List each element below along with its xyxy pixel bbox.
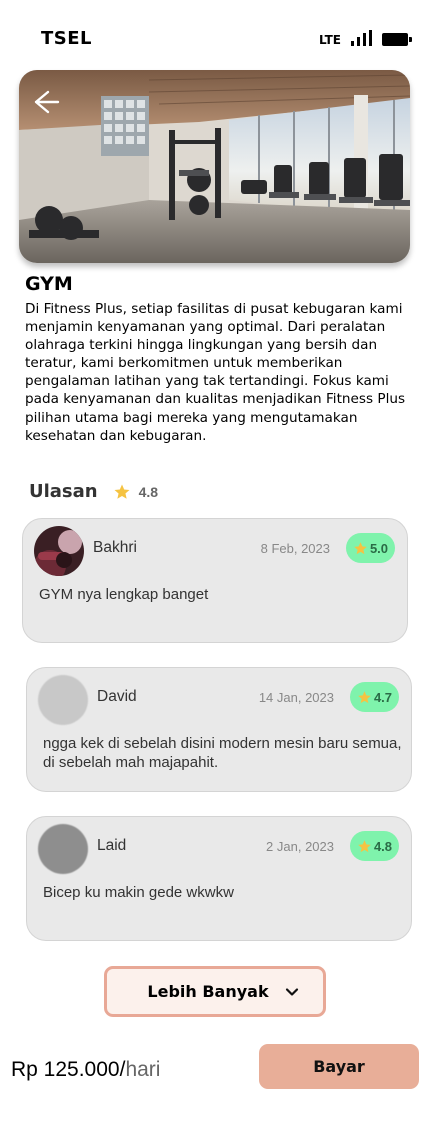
signal-icon <box>351 30 372 46</box>
avatar <box>38 824 88 874</box>
star-icon <box>354 541 367 554</box>
price-unit: hari <box>125 1058 161 1081</box>
battery-icon <box>382 33 412 46</box>
star-icon <box>358 690 371 703</box>
more-reviews-label: Lebih Banyak <box>147 982 269 1001</box>
avatar <box>38 675 88 725</box>
reviews-header: Ulasan 4.8 <box>29 481 158 502</box>
reviewer-name: Laid <box>97 837 127 854</box>
reviewer-name: David <box>97 688 137 705</box>
rating-badge: 4.8 <box>350 831 399 861</box>
facility-title: GYM <box>25 273 73 295</box>
carrier-name: TSEL <box>41 28 93 49</box>
review-card: Bakhri 8 Feb, 2023 5.0 GYM nya lengkap b… <box>22 518 408 643</box>
review-card: Laid 2 Jan, 2023 4.8 Bicep ku makin gede… <box>26 816 412 941</box>
avatar <box>34 526 84 576</box>
back-arrow-icon <box>34 90 60 114</box>
pay-button[interactable]: Bayar <box>259 1044 419 1089</box>
average-rating: 4.8 <box>138 483 159 500</box>
review-comment: ngga kek di sebelah disini modern mesin … <box>43 735 402 771</box>
back-button[interactable] <box>28 86 60 118</box>
more-reviews-button[interactable]: Lebih Banyak <box>104 966 326 1017</box>
rating-value: 4.7 <box>373 689 393 705</box>
review-card: David 14 Jan, 2023 4.7 ngga kek di sebel… <box>26 667 412 792</box>
price-label: Rp 125.000/hari <box>11 1058 160 1082</box>
facility-description: Di Fitness Plus, setiap fasilitas di pus… <box>25 301 406 444</box>
pay-button-label: Bayar <box>313 1057 365 1076</box>
rating-badge: 4.7 <box>350 682 399 712</box>
rating-badge: 5.0 <box>346 533 395 563</box>
rating-value: 5.0 <box>369 540 389 556</box>
review-date: 8 Feb, 2023 <box>260 541 330 556</box>
price-amount: Rp 125.000/ <box>11 1058 126 1081</box>
hero-image <box>19 70 410 263</box>
review-date: 2 Jan, 2023 <box>266 839 334 854</box>
star-icon <box>114 484 130 499</box>
star-icon <box>358 839 371 852</box>
network-type: LTE <box>318 33 341 47</box>
review-date: 14 Jan, 2023 <box>258 690 334 705</box>
rating-value: 4.8 <box>373 838 393 854</box>
review-comment: GYM nya lengkap banget <box>39 586 209 603</box>
review-comment: Bicep ku makin gede wkwkw <box>43 884 234 901</box>
reviews-label: Ulasan <box>29 481 98 502</box>
status-icons: LTE <box>318 30 412 47</box>
reviewer-name: Bakhri <box>93 539 137 556</box>
chevron-down-icon <box>285 987 298 996</box>
